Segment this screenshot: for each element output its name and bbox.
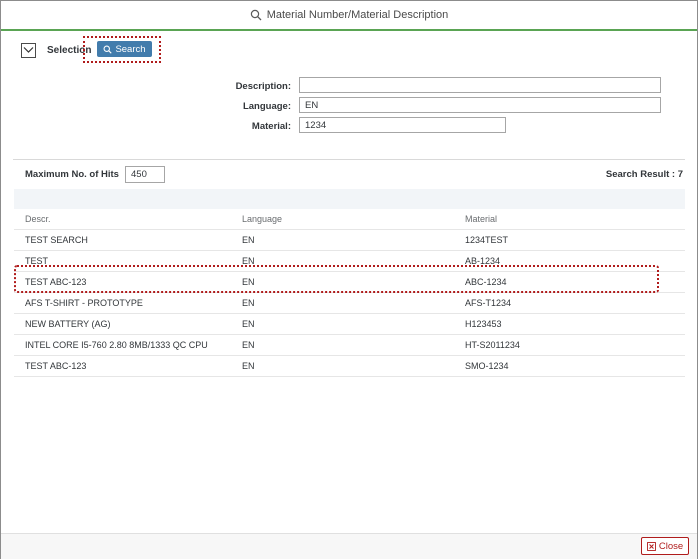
cell-material: SMO-1234	[465, 361, 509, 371]
cell-descr: AFS T-SHIRT - PROTOTYPE	[25, 298, 143, 308]
table-row[interactable]: AFS T-SHIRT - PROTOTYPE EN AFS-T1234	[14, 293, 685, 314]
cell-language: EN	[242, 340, 255, 350]
max-hits-label: Maximum No. of Hits	[25, 169, 119, 180]
cell-language: EN	[242, 298, 255, 308]
table-row[interactable]: NEW BATTERY (AG) EN H123453	[14, 314, 685, 335]
max-hits-field[interactable]: 450	[125, 166, 165, 183]
description-field[interactable]	[299, 77, 661, 93]
value-help-dialog: Material Number/Material Description Sel…	[0, 0, 698, 559]
cell-language: EN	[242, 319, 255, 329]
cell-material: 1234TEST	[465, 235, 509, 245]
material-field[interactable]: 1234	[299, 117, 506, 133]
dialog-footer: Close	[1, 533, 697, 559]
chevron-down-icon[interactable]	[21, 42, 36, 58]
table-row[interactable]: INTEL CORE I5-760 2.80 8MB/1333 QC CPU E…	[14, 335, 685, 356]
cell-material: H123453	[465, 319, 502, 329]
table-toolbar	[14, 189, 685, 209]
search-icon	[250, 9, 262, 21]
cell-material: HT-S2011234	[465, 340, 520, 350]
column-header-language[interactable]: Language	[242, 214, 465, 224]
language-field[interactable]: EN	[299, 97, 661, 113]
cell-descr: NEW BATTERY (AG)	[25, 319, 111, 329]
dialog-titlebar: Material Number/Material Description	[1, 1, 697, 31]
cell-language: EN	[242, 361, 255, 371]
row-highlight	[14, 265, 659, 293]
divider	[13, 159, 685, 160]
cell-descr: TEST ABC-123	[25, 361, 87, 371]
table-row[interactable]: TEST ABC-123 EN SMO-1234	[14, 356, 685, 377]
close-button[interactable]: Close	[641, 537, 689, 555]
cell-material: AFS-T1234	[465, 298, 512, 308]
table-header-row: Descr. Language Material	[14, 209, 685, 230]
dialog-title: Material Number/Material Description	[266, 9, 449, 21]
column-header-material[interactable]: Material	[465, 214, 685, 224]
language-label: Language:	[242, 101, 291, 112]
material-label: Material:	[251, 121, 291, 132]
cell-descr: INTEL CORE I5-760 2.80 8MB/1333 QC CPU	[25, 340, 208, 350]
selection-toggle[interactable]: Selection	[21, 41, 91, 59]
search-button-highlight	[83, 36, 161, 63]
description-label: Description:	[235, 81, 291, 92]
cell-language: EN	[242, 235, 255, 245]
close-icon	[646, 541, 656, 551]
close-button-label: Close	[658, 540, 684, 552]
table-row[interactable]: TEST SEARCH EN 1234TEST	[14, 230, 685, 251]
cell-descr: TEST SEARCH	[25, 235, 88, 245]
search-result-count: Search Result : 7	[605, 169, 683, 180]
column-header-descr[interactable]: Descr.	[14, 214, 242, 224]
